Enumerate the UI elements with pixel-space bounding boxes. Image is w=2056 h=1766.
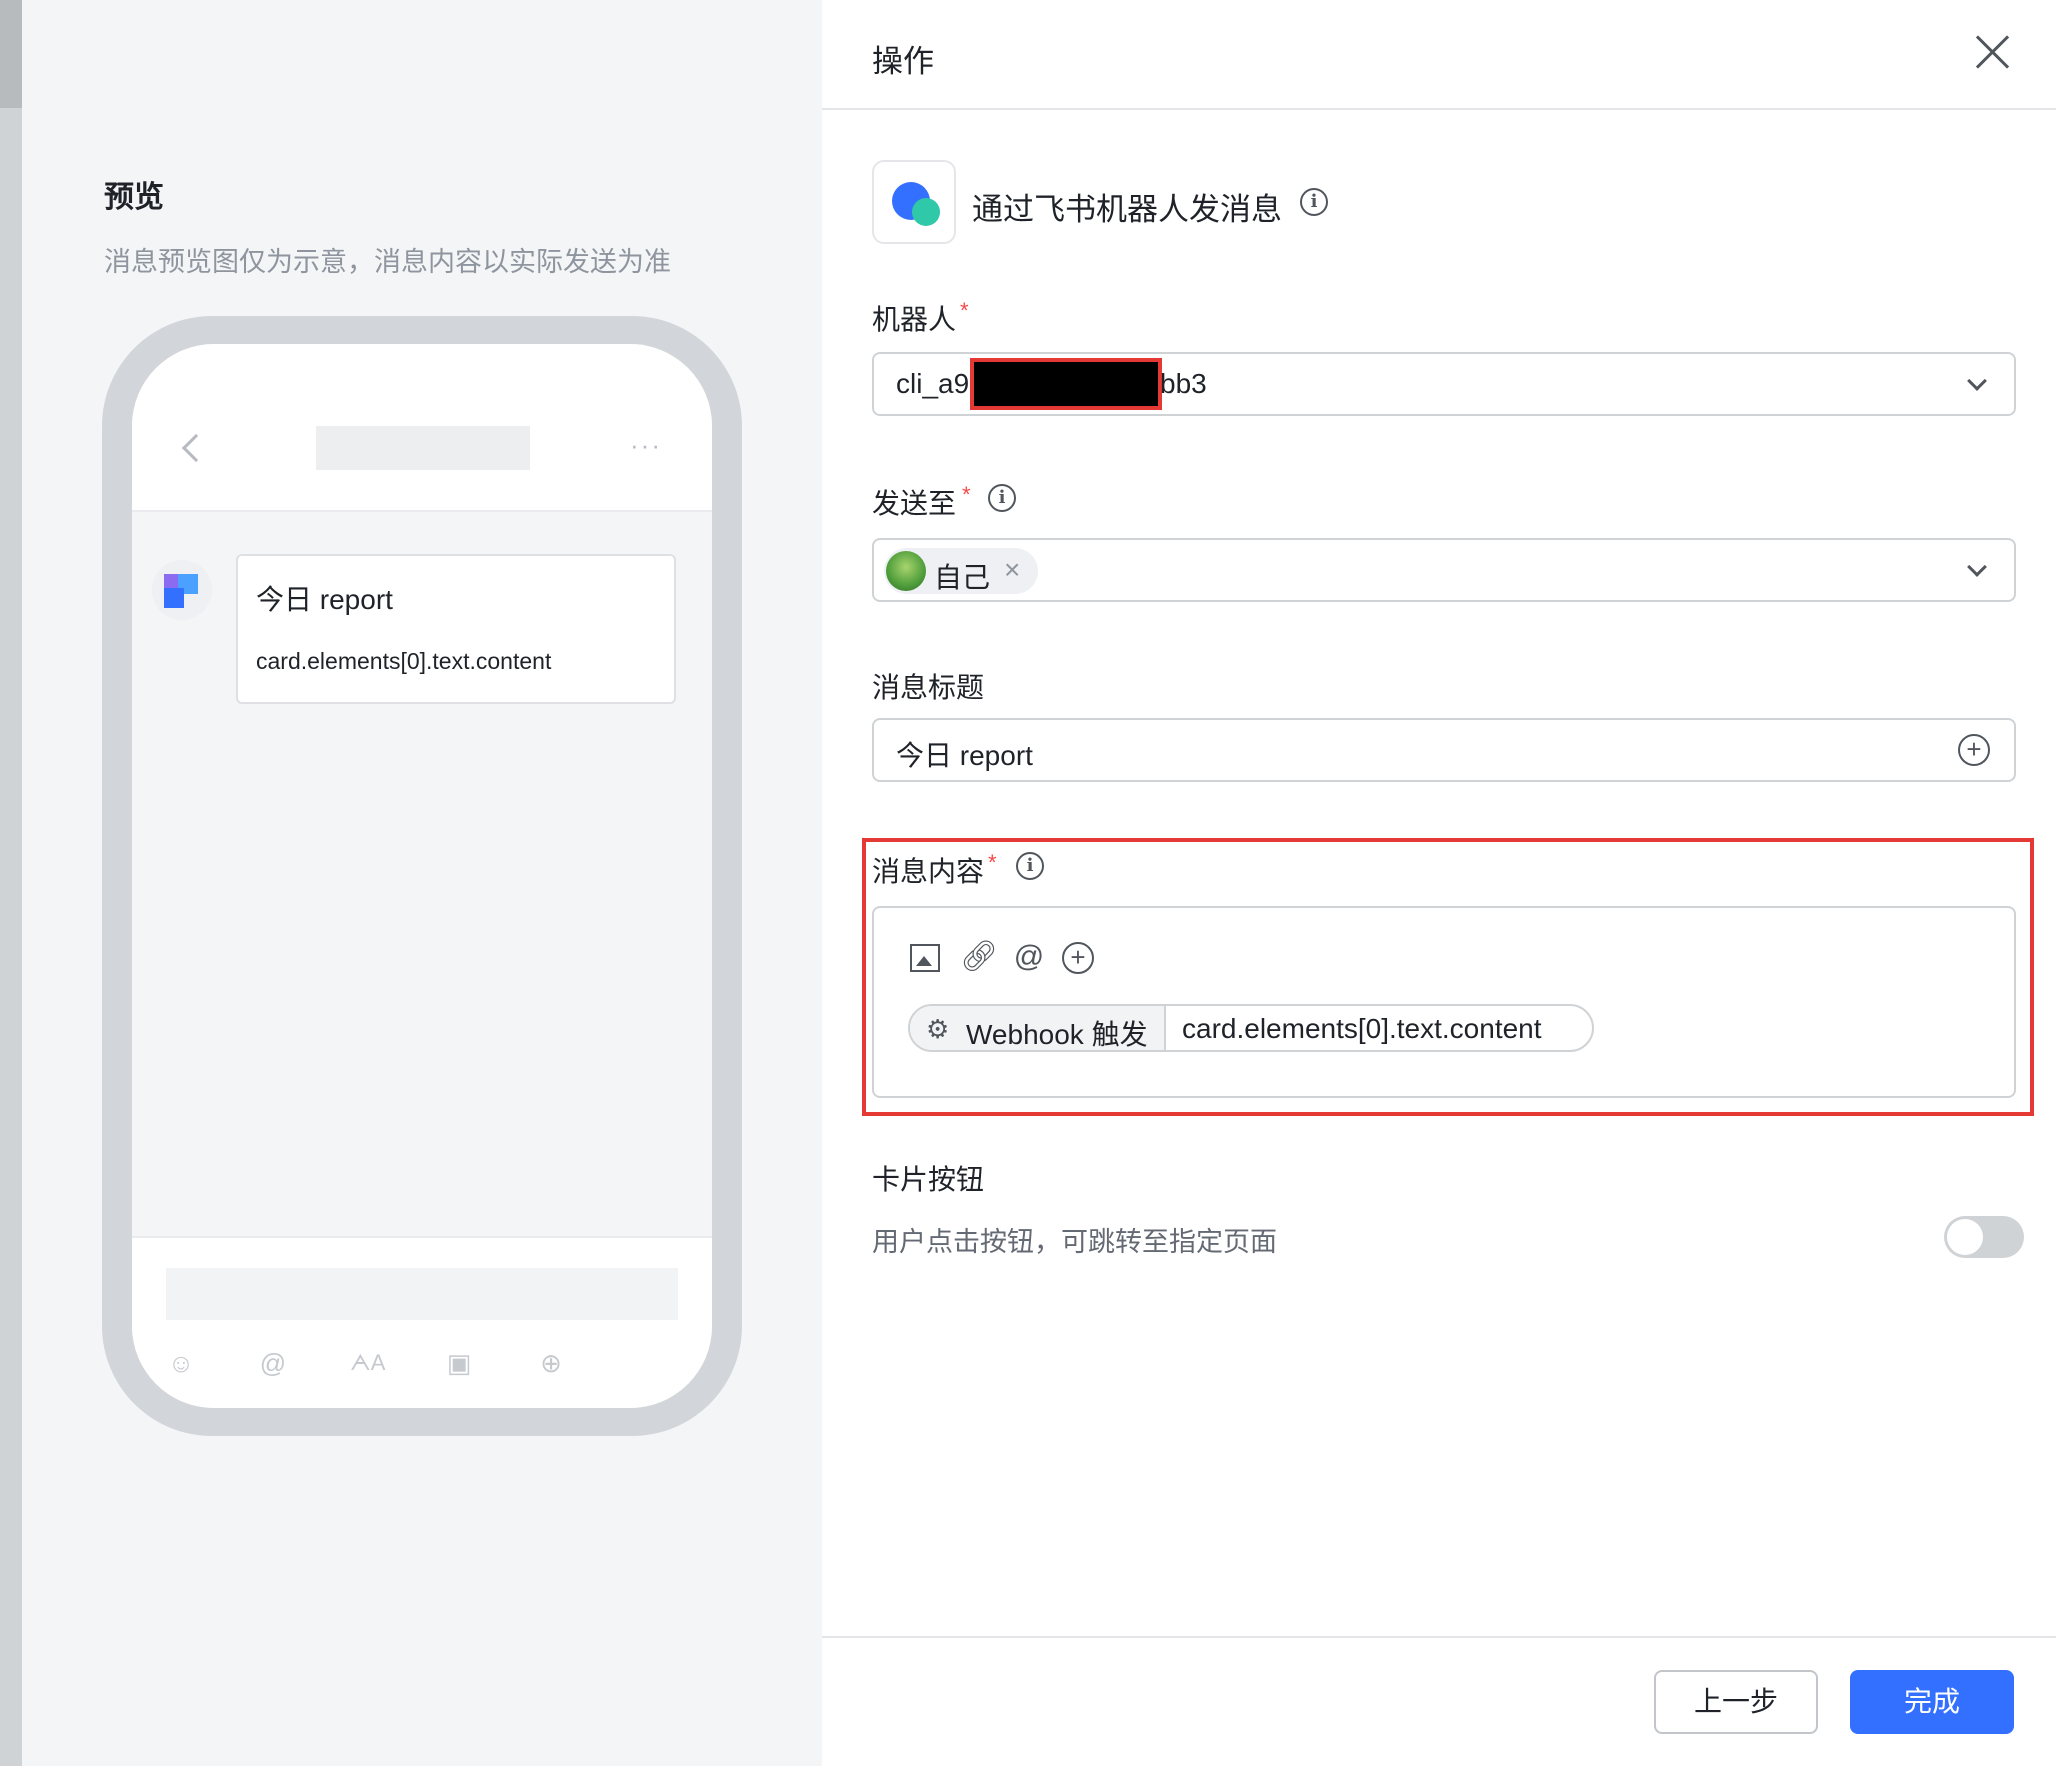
image-icon: ▣ (446, 1348, 472, 1378)
webhook-icon: ⚙ (926, 1014, 950, 1044)
robot-select[interactable]: cli_a9 bb3 (872, 352, 2016, 416)
chevron-down-icon (1967, 371, 1987, 391)
robot-value-suffix: bb3 (1160, 368, 1207, 399)
mention-icon: @ (259, 1348, 287, 1378)
message-card-title: 今日 report (256, 584, 393, 615)
required-mark: * (988, 850, 997, 875)
close-icon[interactable] (1972, 32, 2012, 72)
insert-variable-icon[interactable]: + (1958, 734, 1990, 766)
robot-label: 机器人 (872, 304, 957, 335)
message-content-editor[interactable]: 🔗︎ @ + ⚙ Webhook 触发 card.elements[0].tex… (872, 906, 2016, 1098)
variable-source: ⚙ Webhook 触发 (910, 1006, 1166, 1050)
action-config-panel: 操作 通过飞书机器人发消息 i 机器人 * cli_a9 bb3 发送至 * i… (822, 0, 2056, 1766)
redacted-region (970, 358, 1162, 410)
plus-circle-icon[interactable]: + (1062, 942, 1094, 974)
bot-avatar (152, 560, 212, 620)
more-icon: ··· (630, 430, 662, 460)
recipient-chip-label: 自己 (934, 562, 991, 593)
panel-footer: 上一步 完成 (822, 1636, 2056, 1766)
panel-title: 操作 (872, 44, 934, 79)
robot-value-prefix: cli_a9 (896, 368, 970, 399)
card-button-toggle[interactable] (1944, 1216, 2024, 1258)
variable-tag[interactable]: ⚙ Webhook 触发 card.elements[0].text.conte… (908, 1004, 1594, 1052)
phone-header: ··· (132, 344, 712, 512)
plus-icon: ⊕ (540, 1348, 562, 1378)
panel-header: 操作 (822, 0, 2056, 110)
image-icon[interactable] (910, 944, 940, 972)
variable-source-label: Webhook 触发 (966, 1019, 1148, 1050)
action-title: 通过飞书机器人发消息 (972, 192, 1282, 227)
card-button-label: 卡片按钮 (872, 1164, 985, 1195)
send-to-select[interactable]: 自己 × (872, 538, 2016, 602)
feishu-bot-icon (872, 160, 956, 244)
chevron-down-icon (1967, 557, 1987, 577)
phone-mockup: ··· 今日 report card.elements[0].text.cont… (102, 316, 742, 1436)
message-title-value: 今日 report (896, 740, 1033, 771)
phone-input-placeholder (166, 1268, 678, 1320)
chat-title-placeholder (316, 426, 530, 470)
preview-title: 预览 (104, 181, 164, 214)
link-icon[interactable]: 🔗︎ (960, 940, 998, 974)
window-edge (0, 0, 22, 1766)
preview-panel: 预览 消息预览图仅为示意，消息内容以实际发送为准 ··· 今日 report c… (22, 0, 822, 1766)
card-button-description: 用户点击按钮，可跳转至指定页面 (872, 1227, 1277, 1257)
info-icon[interactable]: i (1016, 852, 1044, 880)
text-format-icon: ᗅA (350, 1350, 386, 1375)
chip-remove-icon[interactable]: × (1004, 554, 1020, 586)
preview-subtitle: 消息预览图仅为示意，消息内容以实际发送为准 (104, 247, 671, 277)
phone-input-bar: ☺ @ ᗅA ▣ ⊕ (132, 1236, 712, 1408)
message-title-label: 消息标题 (872, 672, 985, 703)
previous-step-button[interactable]: 上一步 (1654, 1670, 1818, 1734)
message-content-label: 消息内容 (872, 856, 985, 887)
avatar (886, 551, 926, 591)
required-mark: * (960, 298, 969, 323)
send-to-label: 发送至 (872, 488, 957, 519)
message-card-preview: 今日 report card.elements[0].text.content (236, 554, 676, 704)
info-icon[interactable]: i (988, 484, 1016, 512)
back-chevron-icon (181, 433, 211, 463)
emoji-icon: ☺ (167, 1348, 195, 1378)
done-button[interactable]: 完成 (1850, 1670, 2014, 1734)
recipient-chip: 自己 × (884, 548, 1038, 594)
message-title-input[interactable]: 今日 report + (872, 718, 2016, 782)
required-mark: * (962, 482, 971, 507)
message-card-content: card.elements[0].text.content (256, 648, 552, 674)
variable-path: card.elements[0].text.content (1182, 1013, 1542, 1044)
phone-screen: ··· 今日 report card.elements[0].text.cont… (132, 344, 712, 1408)
info-icon[interactable]: i (1300, 188, 1328, 216)
mention-icon[interactable]: @ (1012, 940, 1046, 974)
